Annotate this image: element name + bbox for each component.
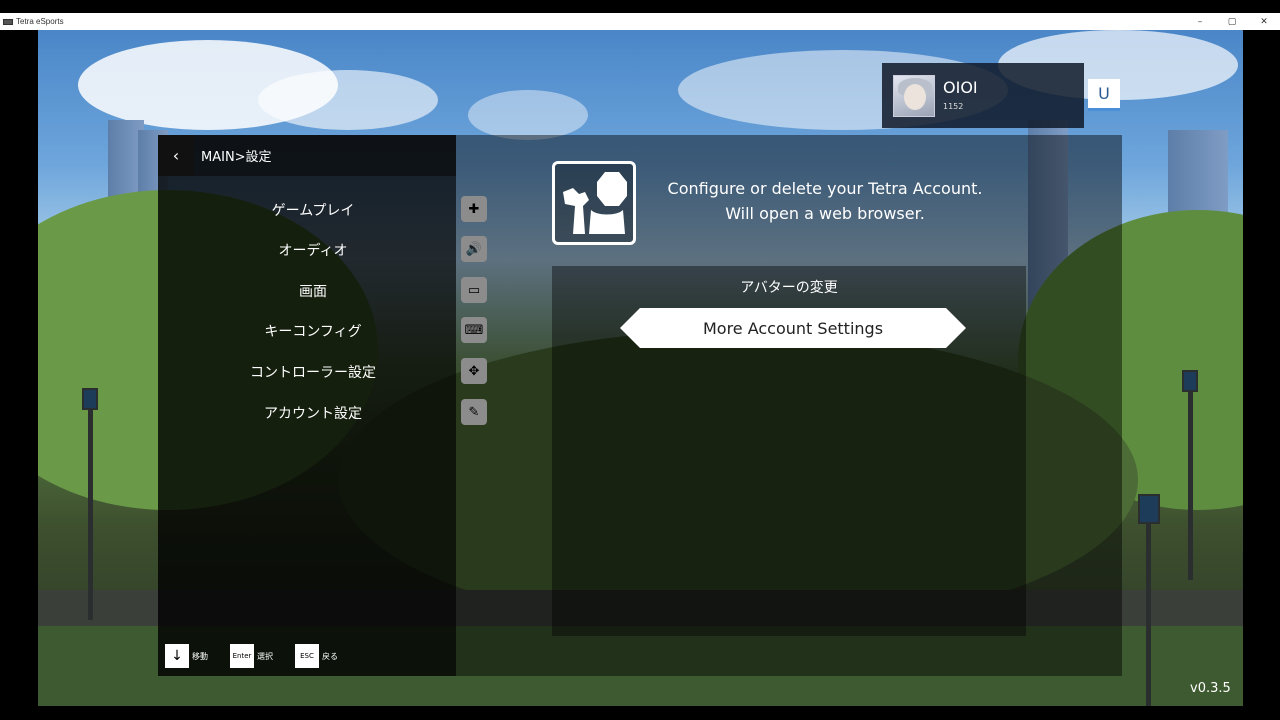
minimize-button[interactable]: – bbox=[1184, 13, 1216, 30]
player-profile[interactable]: OIOI 1152 bbox=[882, 63, 1084, 128]
lamp-post bbox=[1146, 520, 1151, 706]
sidebar-item-keyconfig[interactable]: キーコンフィグ ⌨ bbox=[158, 313, 487, 349]
user-badge-button[interactable]: U bbox=[1088, 79, 1120, 111]
change-avatar-option[interactable]: アバターの変更 bbox=[552, 277, 1026, 297]
sidebar-header: ‹ MAIN>設定 bbox=[158, 135, 456, 176]
sidebar-item-label: 画面 bbox=[299, 284, 327, 300]
app-icon bbox=[3, 18, 13, 25]
sidebar-item-audio[interactable]: オーディオ 🔊 bbox=[158, 232, 487, 268]
avatar bbox=[893, 75, 935, 117]
sidebar-item-label: キーコンフィグ bbox=[264, 324, 362, 340]
down-arrow-key-icon: ↓ bbox=[165, 644, 189, 668]
hint-select: Enter 選択 bbox=[230, 644, 273, 668]
sidebar-item-label: アカウント設定 bbox=[264, 406, 362, 422]
hint-label: 選択 bbox=[257, 651, 273, 661]
sidebar-item-label: オーディオ bbox=[278, 243, 348, 259]
setting-description: Configure or delete your Tetra Account. … bbox=[650, 176, 1000, 226]
hint-back: ESC 戻る bbox=[295, 644, 338, 668]
enter-key-icon: Enter bbox=[230, 644, 254, 668]
hint-move: ↓ 移動 bbox=[165, 644, 208, 668]
settings-sidebar: ‹ MAIN>設定 ゲームプレイ ✚ オーディオ 🔊 画面 ▭ キーコンフィグ … bbox=[158, 135, 487, 676]
sidebar-item-display[interactable]: 画面 ▭ bbox=[158, 273, 487, 309]
title-bar-strip: Tetra eSports – ▢ ✕ bbox=[0, 13, 1280, 30]
player-rating: 1152 bbox=[943, 102, 964, 111]
maximize-button[interactable]: ▢ bbox=[1216, 13, 1248, 30]
chevron-left-icon: ‹ bbox=[172, 146, 180, 165]
player-name: OIOI bbox=[943, 78, 978, 97]
lamp bbox=[82, 388, 98, 410]
breadcrumb: MAIN>設定 bbox=[201, 150, 272, 165]
hint-label: 戻る bbox=[322, 651, 338, 661]
sidebar-item-label: ゲームプレイ bbox=[271, 203, 355, 219]
back-button[interactable]: ‹ bbox=[158, 135, 194, 176]
description-line: Configure or delete your Tetra Account. bbox=[667, 179, 983, 198]
window-controls: – ▢ ✕ bbox=[1184, 13, 1280, 30]
sidebar-item-label: コントローラー設定 bbox=[250, 365, 376, 381]
window-title: Tetra eSports bbox=[16, 17, 64, 26]
title-bar: Tetra eSports – ▢ ✕ bbox=[0, 0, 1280, 30]
hint-label: 移動 bbox=[192, 651, 208, 661]
more-account-settings-option[interactable]: More Account Settings bbox=[620, 308, 966, 348]
lamp bbox=[1182, 370, 1198, 392]
sidebar-item-controller[interactable]: コントローラー設定 ✥ bbox=[158, 354, 487, 390]
avatar-face bbox=[904, 84, 926, 110]
version-label: v0.3.5 bbox=[1190, 681, 1231, 696]
cloud bbox=[258, 70, 438, 130]
sidebar-item-gameplay[interactable]: ゲームプレイ ✚ bbox=[158, 192, 487, 228]
sidebar-item-account[interactable]: アカウント設定 ✎ bbox=[158, 395, 487, 431]
lamp bbox=[1138, 494, 1160, 524]
wrench-account-icon bbox=[552, 161, 636, 245]
description-line: Will open a web browser. bbox=[725, 204, 925, 223]
esc-key-icon: ESC bbox=[295, 644, 319, 668]
lamp-post bbox=[1188, 390, 1193, 580]
key-hints: ↓ 移動 Enter 選択 ESC 戻る bbox=[165, 642, 360, 670]
cloud bbox=[468, 90, 588, 140]
close-button[interactable]: ✕ bbox=[1248, 13, 1280, 30]
lamp-post bbox=[88, 410, 93, 620]
